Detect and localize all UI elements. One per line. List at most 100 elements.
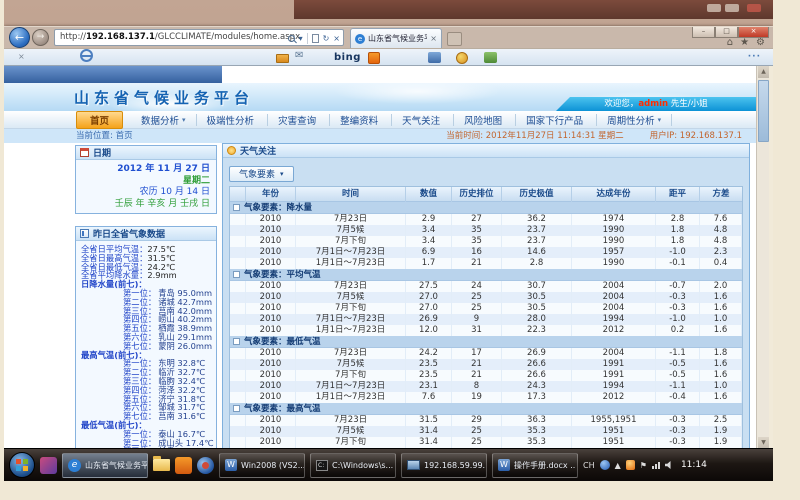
- taskbar-window[interactable]: C: C:\Windows\s...: [310, 453, 396, 478]
- nav-item[interactable]: 灾害查询: [268, 114, 330, 126]
- nav-item-home[interactable]: 首页: [76, 111, 123, 129]
- new-tab-button[interactable]: [447, 32, 462, 46]
- group-checkbox[interactable]: [233, 204, 240, 211]
- group-header-row[interactable]: 气象要素：最低气温: [230, 336, 742, 348]
- address-bar[interactable]: http://192.168.137.1/GLCCLIMATE/modules/…: [54, 29, 344, 46]
- favorites-button[interactable]: ★: [740, 37, 749, 48]
- forward-button[interactable]: →: [32, 29, 49, 46]
- table-cell: 31: [452, 325, 502, 336]
- nav-item[interactable]: 国家下行产品: [516, 114, 597, 126]
- blocker-icon[interactable]: [80, 49, 93, 62]
- home-button[interactable]: ⌂: [727, 37, 733, 48]
- browser-tab[interactable]: e 山东省气候业务平... ×: [350, 28, 442, 48]
- table-row[interactable]: 2010 7月下旬 31.4 25: [230, 437, 742, 448]
- scrollbar-thumb[interactable]: [758, 80, 769, 142]
- table-row[interactable]: 2010 7月5候 3.4 35: [230, 225, 742, 236]
- column-header[interactable]: 数值: [406, 187, 452, 202]
- column-header[interactable]: 方差: [700, 187, 742, 202]
- nav-item[interactable]: 周期性分析 ▾: [597, 114, 672, 126]
- toolbar-overflow-button[interactable]: ···: [748, 52, 761, 62]
- pinned-app-icon[interactable]: [40, 457, 57, 474]
- bing-logo[interactable]: bing: [334, 52, 361, 63]
- taskbar-window-title: 192.168.59.99...: [424, 461, 487, 470]
- language-indicator[interactable]: CH: [583, 461, 595, 470]
- group-header-row[interactable]: 气象要素：平均气温: [230, 269, 742, 281]
- table-cell: -0.3: [656, 292, 700, 303]
- taskbar-window[interactable]: W Win2008 (VS2...: [219, 453, 305, 478]
- start-button[interactable]: [9, 452, 35, 478]
- media-icon[interactable]: [428, 52, 441, 63]
- row-select-cell: [230, 348, 246, 359]
- card-icon[interactable]: [276, 54, 289, 63]
- taskbar-clock[interactable]: 11:14: [681, 460, 707, 470]
- taskbar-window[interactable]: 192.168.59.99...: [401, 453, 487, 478]
- games-icon[interactable]: [456, 52, 468, 64]
- minimize-button[interactable]: –: [692, 27, 715, 38]
- sogou-icon[interactable]: [368, 52, 380, 64]
- nav-item[interactable]: 整编资料: [330, 114, 392, 126]
- tab-close-icon[interactable]: ×: [430, 34, 437, 43]
- group-checkbox[interactable]: [233, 405, 240, 412]
- table-row[interactable]: 2010 7月1日～7月23日 26.9 9: [230, 314, 742, 325]
- action-center-icon[interactable]: ⚑: [640, 461, 647, 470]
- compatibility-icon[interactable]: [312, 34, 319, 43]
- table-row[interactable]: 2010 1月1日～7月23日 1.7 21: [230, 258, 742, 269]
- table-row[interactable]: 2010 7月5候 23.5 21: [230, 359, 742, 370]
- nav-item-label: 国家下行产品: [526, 113, 583, 127]
- group-header-row[interactable]: 气象要素：降水量: [230, 202, 742, 214]
- welcome-suffix: 先生/小姐: [668, 99, 708, 109]
- table-row[interactable]: 2010 7月23日 31.5 29: [230, 415, 742, 426]
- table-row[interactable]: 2010 7月1日～7月23日 23.1 8: [230, 381, 742, 392]
- table-row[interactable]: 2010 7月23日 2.9 27: [230, 214, 742, 225]
- vertical-scrollbar[interactable]: ▲ ▼: [756, 66, 769, 449]
- column-header[interactable]: 历史排位: [452, 187, 502, 202]
- mail-icon[interactable]: ✉: [295, 50, 303, 61]
- group-label: 气象要素：最低气温: [244, 335, 321, 347]
- explorer-icon[interactable]: [153, 459, 170, 471]
- share-icon[interactable]: [484, 52, 497, 63]
- element-dropdown-button[interactable]: 气象要素 ▾: [229, 166, 294, 182]
- nav-item[interactable]: 数据分析 ▾: [131, 114, 197, 126]
- table-row[interactable]: 2010 7月1日～7月23日 6.9 16: [230, 247, 742, 258]
- scroll-up-arrow[interactable]: ▲: [758, 66, 769, 78]
- column-header[interactable]: 达成年份: [572, 187, 656, 202]
- column-header[interactable]: 年份: [246, 187, 296, 202]
- table-row[interactable]: 2010 7月下旬 3.4 35: [230, 236, 742, 247]
- back-button[interactable]: ←: [9, 27, 30, 48]
- pinned-media-icon[interactable]: [197, 457, 214, 474]
- table-row[interactable]: 2010 1月1日～7月23日 12.0 31: [230, 325, 742, 336]
- settings-button[interactable]: ⚙: [756, 37, 765, 48]
- search-icon[interactable]: [288, 35, 295, 42]
- tray-app-icon[interactable]: [600, 460, 610, 470]
- refresh-button[interactable]: ↻: [323, 34, 330, 43]
- table-row[interactable]: 2010 1月1日～7月23日 7.6 19: [230, 392, 742, 403]
- column-header[interactable]: 历史极值: [502, 187, 572, 202]
- nav-item[interactable]: 风险地图: [454, 114, 516, 126]
- table-row[interactable]: 2010 7月下旬 27.0 25: [230, 303, 742, 314]
- search-caret-icon[interactable]: ▾: [299, 34, 303, 43]
- network-icon[interactable]: [652, 462, 660, 469]
- tray-expand-icon[interactable]: ▲: [615, 461, 621, 470]
- tray-notifier-icon[interactable]: [626, 460, 635, 470]
- nav-item[interactable]: 天气关注: [392, 114, 454, 126]
- table-row[interactable]: 2010 7月5候 31.4 25: [230, 426, 742, 437]
- stop-button[interactable]: ×: [333, 34, 340, 43]
- toolbar-close-icon[interactable]: ×: [18, 52, 25, 61]
- chevron-down-icon: ▾: [182, 116, 186, 124]
- taskbar-window[interactable]: W 操作手册.docx ..: [492, 453, 578, 478]
- table-row[interactable]: 2010 7月23日 24.2 17: [230, 348, 742, 359]
- row-select-cell: [230, 370, 246, 381]
- table-row[interactable]: 2010 7月下旬 23.5 21: [230, 370, 742, 381]
- table-row[interactable]: 2010 7月23日 27.5 24: [230, 281, 742, 292]
- column-header[interactable]: 时间: [296, 187, 406, 202]
- group-header-row[interactable]: 气象要素：最高气温: [230, 403, 742, 415]
- addon-toolbar: × ✉ bing ···: [4, 48, 773, 66]
- volume-icon[interactable]: [665, 461, 673, 469]
- taskbar-window-active[interactable]: e 山东省气候业务平...: [62, 453, 148, 478]
- pinned-orange-icon[interactable]: [175, 457, 192, 474]
- table-row[interactable]: 2010 7月5候 27.0 25: [230, 292, 742, 303]
- group-checkbox[interactable]: [233, 338, 240, 345]
- nav-item[interactable]: 极端性分析: [197, 114, 269, 126]
- column-header[interactable]: 距平: [656, 187, 700, 202]
- group-checkbox[interactable]: [233, 271, 240, 278]
